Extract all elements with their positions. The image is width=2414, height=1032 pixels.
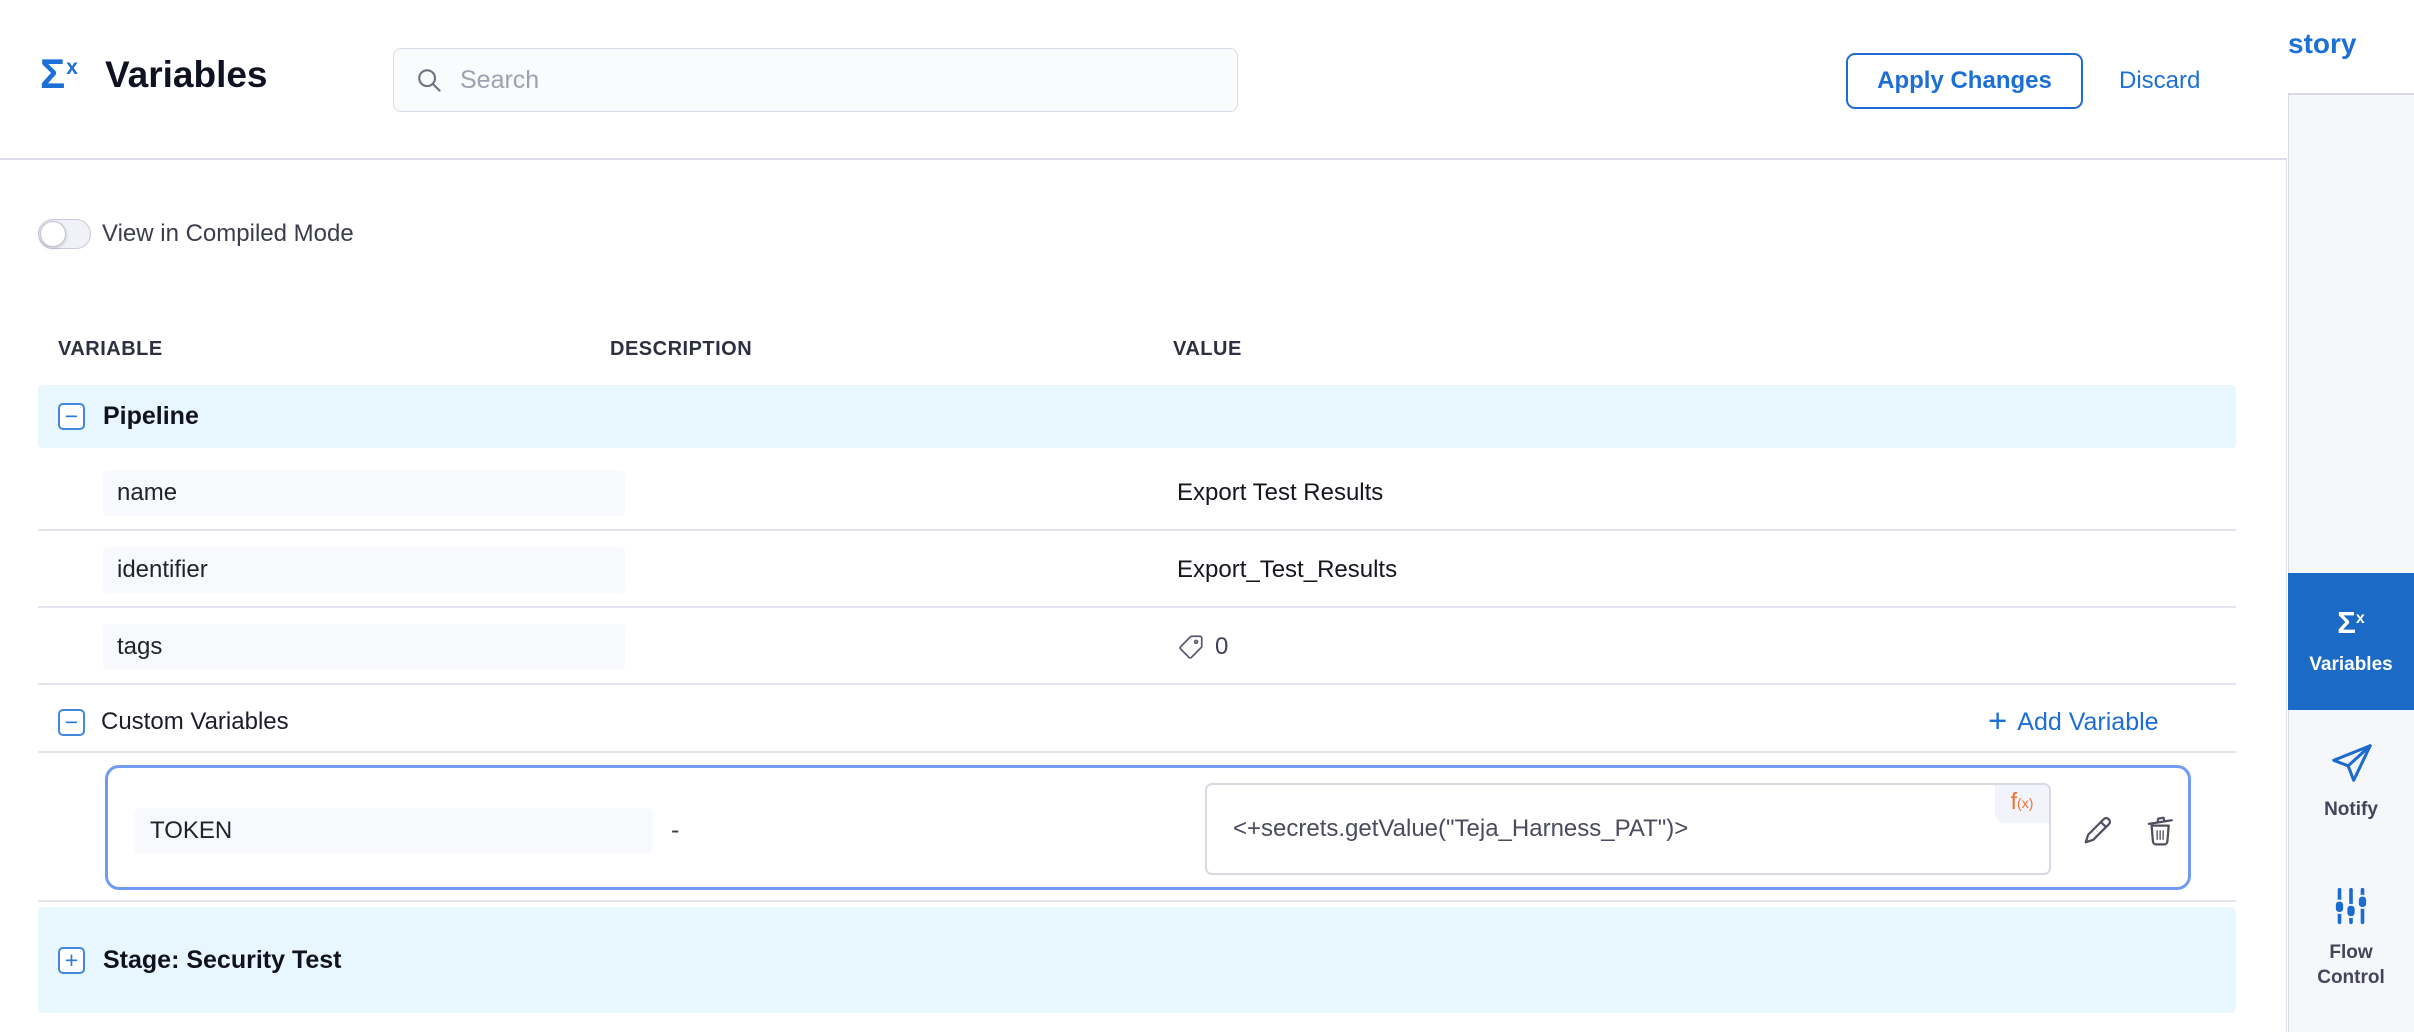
variable-identifier-label: identifier (117, 556, 208, 584)
column-header-description: DESCRIPTION (610, 338, 752, 361)
paper-plane-icon (2328, 740, 2374, 786)
expression-fx-badge[interactable]: f(x) (1995, 785, 2049, 823)
search-icon (414, 65, 444, 95)
add-variable-button[interactable]: + Add Variable (1988, 700, 2159, 744)
sliders-icon (2328, 883, 2374, 929)
variable-tags-field: tags (103, 624, 625, 670)
compiled-mode-label: View in Compiled Mode (102, 220, 354, 248)
rail-item-flow-control[interactable]: Flow Control (2288, 862, 2414, 1012)
tags-count: 0 (1215, 633, 1228, 661)
trash-icon (2142, 811, 2178, 849)
row-divider (38, 900, 2236, 902)
rail-item-label: Flow Control (2299, 941, 2403, 990)
token-name-field: TOKEN (134, 808, 653, 853)
section-pipeline[interactable]: − Pipeline (38, 385, 2236, 448)
history-link[interactable]: story (2288, 28, 2356, 60)
section-stage-label: Stage: Security Test (103, 946, 342, 975)
variable-tags-value: 0 (1177, 624, 1228, 670)
search-box (393, 48, 1238, 112)
variable-tags-label: tags (117, 633, 162, 661)
rail-item-label: Variables (2299, 653, 2403, 678)
delete-variable-button[interactable] (2141, 810, 2179, 850)
collapse-minus-icon[interactable]: − (58, 709, 85, 736)
section-custom-variables-label: Custom Variables (101, 708, 289, 736)
sigma-x-icon: Σx (2337, 605, 2365, 641)
variables-drawer: Σx Variables Apply Changes Discard View … (0, 0, 2287, 1032)
variable-name-field: name (103, 470, 625, 516)
section-stage-security-test[interactable]: + Stage: Security Test (38, 907, 2236, 1013)
expand-plus-icon[interactable]: + (58, 947, 85, 974)
row-divider (38, 529, 2236, 531)
discard-button[interactable]: Discard (2119, 53, 2200, 109)
rail-item-variables[interactable]: Σx Variables (2288, 573, 2414, 710)
tag-icon (1177, 633, 1205, 661)
column-header-value: VALUE (1173, 338, 1242, 361)
edit-variable-button[interactable] (2078, 811, 2116, 851)
section-pipeline-label: Pipeline (103, 402, 199, 431)
variable-name-value: Export Test Results (1177, 470, 1383, 516)
column-header-variable: VARIABLE (58, 338, 163, 361)
rail-item-label: Notify (2299, 798, 2403, 823)
plus-icon: + (1988, 704, 2007, 737)
token-name-label: TOKEN (150, 817, 232, 845)
token-value-input[interactable]: <+secrets.getValue("Teja_Harness_PAT")> … (1205, 783, 2051, 875)
apply-changes-button[interactable]: Apply Changes (1846, 53, 2083, 109)
rail-item-notify[interactable]: Notify (2288, 718, 2414, 844)
variable-identifier-value: Export_Test_Results (1177, 547, 1397, 593)
compiled-mode-toggle[interactable] (38, 219, 91, 249)
variable-identifier-field: identifier (103, 547, 625, 593)
token-description: - (671, 808, 679, 853)
row-divider (38, 683, 2236, 685)
toggle-knob (40, 221, 66, 247)
sigma-x-icon: Σx (40, 50, 78, 98)
collapse-minus-icon[interactable]: − (58, 403, 85, 430)
page-header-sliver: story (2288, 0, 2414, 95)
custom-variable-row-token: TOKEN - <+secrets.getValue("Teja_Harness… (105, 765, 2191, 890)
pencil-icon (2079, 813, 2115, 849)
variables-screen: Σx Variables Apply Changes Discard View … (0, 0, 2414, 1032)
page-title: Variables (105, 54, 268, 96)
variable-name-label: name (117, 479, 177, 507)
search-input[interactable] (458, 65, 1217, 96)
row-divider (38, 751, 2236, 753)
add-variable-label: Add Variable (2017, 708, 2158, 737)
section-custom-variables[interactable]: − Custom Variables (58, 702, 289, 742)
token-value-expression: <+secrets.getValue("Teja_Harness_PAT")> (1233, 785, 1688, 873)
drawer-header: Σx Variables Apply Changes Discard (0, 0, 2287, 160)
row-divider (38, 606, 2236, 608)
